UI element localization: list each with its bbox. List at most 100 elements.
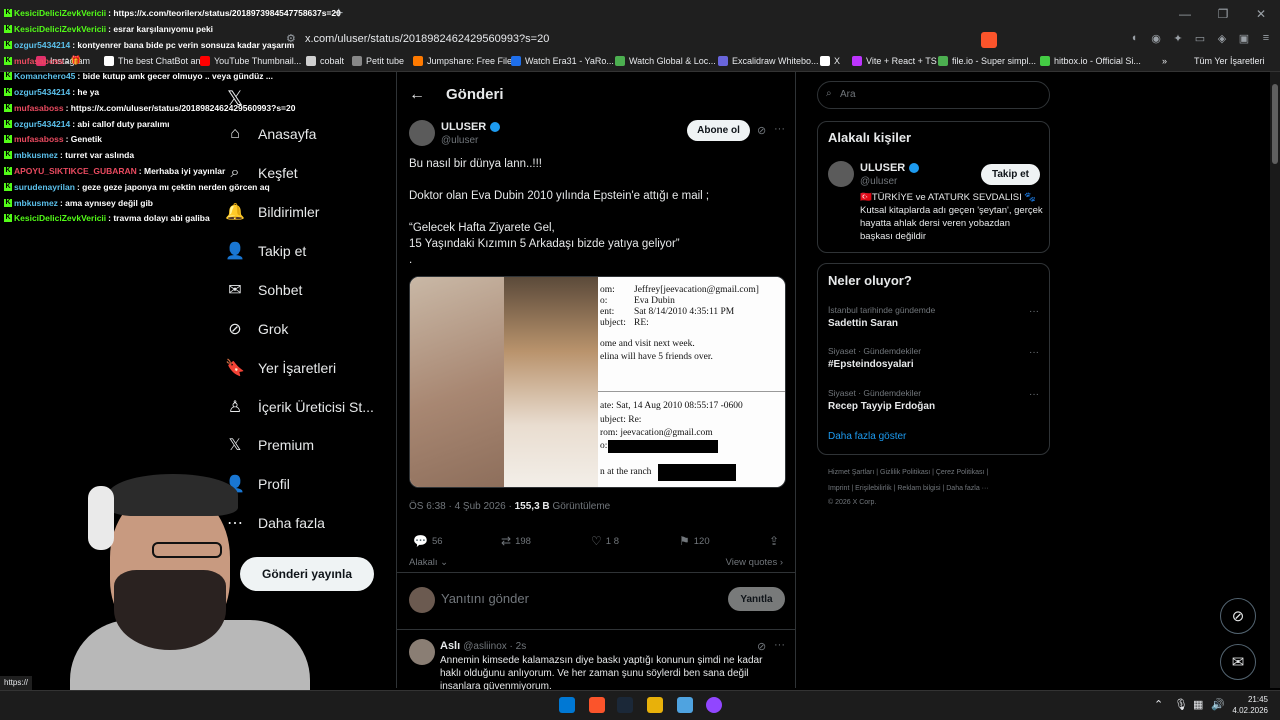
scroll-thumb[interactable] <box>1272 84 1278 164</box>
steam-icon[interactable] <box>617 697 633 713</box>
related-name[interactable]: ULUSER <box>860 162 920 174</box>
volume-icon[interactable]: 🔊 <box>1211 698 1225 711</box>
x-logo-icon[interactable]: 𝕏 <box>227 86 243 111</box>
footer-links[interactable]: Hizmet Şartları | Gizlilik Politikası | … <box>828 469 988 476</box>
trend-item[interactable]: Recep Tayyip Erdoğan <box>828 401 935 412</box>
chat-username[interactable]: surudenayrilan <box>14 182 75 192</box>
commenter-avatar[interactable] <box>409 639 435 665</box>
bookmark-item[interactable]: Excalidraw Whitebo... <box>718 56 819 66</box>
back-arrow-icon[interactable]: ← <box>409 86 425 104</box>
mic-icon[interactable]: 🎙 <box>1174 698 1188 711</box>
all-bookmarks-folder[interactable]: Tüm Yer İşaretleri <box>1194 56 1265 66</box>
nav-item[interactable]: ♙ İçerik Üreticisi St... <box>226 398 374 416</box>
system-clock[interactable]: 21:45 4.02.2026 <box>1232 694 1268 716</box>
more-options-icon[interactable]: ··· <box>1029 347 1039 358</box>
chat-username[interactable]: mbkusmez <box>14 198 58 208</box>
chat-username[interactable]: ozgur5434214 <box>14 119 70 129</box>
share-action[interactable]: ⇪ <box>769 534 779 548</box>
author-avatar[interactable] <box>409 120 435 146</box>
trend-item[interactable]: #Epsteindosyalari <box>828 359 914 370</box>
commenter-name[interactable]: Aslı @asliinox · 2s <box>440 640 526 652</box>
view-quotes-link[interactable]: View quotes › <box>726 557 783 568</box>
maximize-button[interactable]: ❐ <box>1204 0 1242 28</box>
app-icon[interactable] <box>677 697 693 713</box>
more-options-icon[interactable]: ··· <box>1029 306 1039 317</box>
vpn-icon[interactable]: ◈ <box>1214 32 1230 48</box>
chat-username[interactable]: mufasaboss <box>14 134 64 144</box>
bookmark-item[interactable]: YouTube Thumbnail... <box>200 56 301 66</box>
nav-item[interactable]: 👤 Takip et <box>225 242 306 260</box>
related-avatar[interactable] <box>828 161 854 187</box>
grok-fab-icon[interactable]: ⊘ <box>1220 598 1256 634</box>
chat-username[interactable]: ozgur5434214 <box>14 40 70 50</box>
bookmark-item[interactable]: Petit tube <box>352 56 404 66</box>
show-more-link[interactable]: Daha fazla göster <box>828 431 906 442</box>
sidebar-icon[interactable]: ▭ <box>1192 32 1208 48</box>
extension-icon[interactable]: ◉ <box>1148 32 1164 48</box>
menu-icon[interactable]: ≡ <box>1258 32 1274 48</box>
sort-relevant-dropdown[interactable]: Alakalı ⌄ <box>409 557 448 568</box>
bookmark-item[interactable]: cobalt <box>306 56 344 66</box>
bookmark-action[interactable]: ⚑ 120 <box>679 534 710 548</box>
author-name[interactable]: ULUSER <box>441 121 501 133</box>
bookmark-item[interactable]: Watch Era31 - YaRo... <box>511 56 614 66</box>
post-media[interactable]: om: Jeffrey[jeevacation@gmail.com] o: Ev… <box>409 276 786 488</box>
subscribe-button[interactable]: Abone ol <box>687 120 750 141</box>
bookmark-item[interactable]: Watch Global & Loc... <box>615 56 716 66</box>
chat-username[interactable]: KesiciDeliciZevkVericii <box>14 24 106 34</box>
chat-username[interactable]: mbkusmez <box>14 150 58 160</box>
page-scrollbar[interactable] <box>1270 72 1280 688</box>
extensions-puzzle-icon[interactable]: ✦ <box>1170 32 1186 48</box>
reply-action[interactable]: 💬 56 <box>413 534 443 548</box>
more-options-icon[interactable]: ··· <box>774 639 785 651</box>
minimize-button[interactable]: — <box>1166 0 1204 28</box>
like-action[interactable]: ♡ 1 8 <box>591 534 619 548</box>
chat-username[interactable]: Komanchero45 <box>14 71 75 81</box>
messages-fab-icon[interactable]: ✉ <box>1220 644 1256 680</box>
nav-item[interactable]: ⊘ Grok <box>226 320 288 338</box>
nav-item[interactable]: ⌕ Keşfet <box>226 164 298 182</box>
footer-links[interactable]: Imprint | Erişilebilirlik | Reklam bilgi… <box>828 485 989 492</box>
reply-submit-button[interactable]: Yanıtla <box>728 587 785 611</box>
follow-button[interactable]: Takip et <box>981 164 1040 185</box>
brave-browser-icon[interactable] <box>589 697 605 713</box>
chat-username[interactable]: KesiciDeliciZevkVericii <box>14 8 106 18</box>
bookmark-item[interactable]: hitbox.io - Official Si... <box>1040 56 1141 66</box>
author-handle[interactable]: @uluser <box>441 135 478 146</box>
bookmark-item[interactable]: The best ChatBot an... <box>104 56 208 66</box>
audio-icon[interactable]: ◖ <box>1126 32 1142 48</box>
search-input[interactable]: ⌕ Ara <box>817 81 1050 109</box>
bookmark-item[interactable]: Jumpshare: Free File... <box>413 56 520 66</box>
chat-username[interactable]: ozgur5434214 <box>14 87 70 97</box>
more-options-icon[interactable]: ··· <box>774 123 785 135</box>
trend-item[interactable]: Sadettin Saran <box>828 318 898 329</box>
start-menu-icon[interactable] <box>559 697 575 713</box>
related-handle[interactable]: @uluser <box>860 176 897 187</box>
more-options-icon[interactable]: ··· <box>1029 389 1039 400</box>
chat-username[interactable]: APOYU_SIKTIKCE_GUBARAN <box>14 166 137 176</box>
nav-item[interactable]: ⌂ Anasayfa <box>226 125 316 143</box>
bookmarks-overflow-icon[interactable]: » <box>1162 56 1167 66</box>
file-explorer-icon[interactable] <box>647 697 663 713</box>
bookmark-item[interactable]: file.io - Super simpl... <box>938 56 1036 66</box>
bookmark-item[interactable]: X <box>820 56 840 66</box>
nav-item[interactable]: ✉ Sohbet <box>226 281 302 299</box>
nav-item[interactable]: 🔖 Yer İşaretleri <box>225 359 336 377</box>
nav-item[interactable]: 𝕏 Premium <box>226 436 314 454</box>
reply-input[interactable]: Yanıtını gönder <box>441 591 529 606</box>
chat-username[interactable]: mufasaboss <box>14 103 64 113</box>
tray-chevron-icon[interactable]: ⌃ <box>1154 698 1163 711</box>
address-bar[interactable]: x.com/uluser/status/2018982462429560993?… <box>305 33 549 45</box>
bookmark-item[interactable]: Vite + React + TS <box>852 56 937 66</box>
repost-action[interactable]: ⇄ 198 <box>501 534 531 548</box>
obs-icon[interactable] <box>706 697 722 713</box>
wallet-icon[interactable]: ▣ <box>1236 32 1252 48</box>
chat-username[interactable]: KesiciDeliciZevkVericii <box>14 213 106 223</box>
chat-username[interactable]: mufasaboss <box>14 56 64 66</box>
grok-icon[interactable]: ⊘ <box>757 640 766 653</box>
grok-icon[interactable]: ⊘ <box>757 124 766 137</box>
nav-item[interactable]: 🔔 Bildirimler <box>225 203 319 221</box>
network-icon[interactable]: ▦ <box>1193 698 1203 711</box>
brave-shields-icon[interactable] <box>981 32 997 48</box>
close-window-button[interactable]: ✕ <box>1242 0 1280 28</box>
